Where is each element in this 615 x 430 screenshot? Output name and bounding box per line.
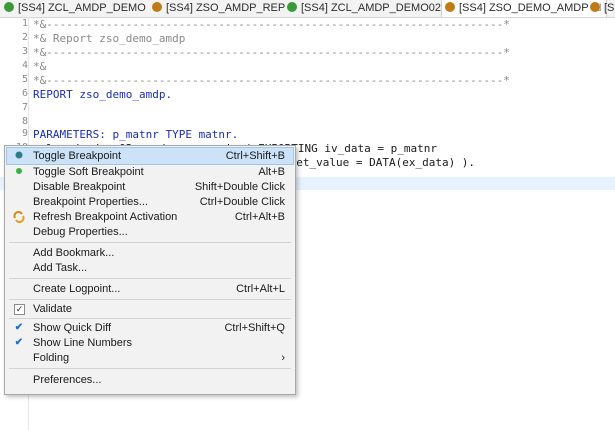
code-line: *&--------------------------------------… xyxy=(33,74,510,87)
menu-item-shortcut: Ctrl+Double Click xyxy=(199,196,285,208)
menu-item-disable-breakpoint[interactable]: Disable Breakpoint Shift+Double Click xyxy=(7,179,293,195)
line-number: 7 xyxy=(21,102,28,113)
menu-item-label: Toggle Breakpoint xyxy=(33,150,122,162)
line-number: 5 xyxy=(21,74,28,85)
menu-separator xyxy=(9,299,291,300)
code-line: PARAMETERS: p_matnr TYPE matnr. xyxy=(33,128,239,141)
menu-item-label: Disable Breakpoint xyxy=(33,181,126,193)
line-number: 6 xyxy=(21,88,28,99)
tab-zcl-amdp-demo[interactable]: [SS4] ZCL_AMDP_DEMO xyxy=(4,0,146,17)
check-icon: ✔ xyxy=(14,337,24,348)
line-number: 9 xyxy=(21,128,28,139)
soft-breakpoint-icon xyxy=(13,166,25,178)
menu-item-shortcut: Ctrl+Shift+B xyxy=(225,150,285,162)
menu-item-folding[interactable]: Folding › xyxy=(7,350,293,366)
code-line-continuation: G et_value = DATA(ex_data) ). xyxy=(283,156,476,169)
menu-item-label: Create Logpoint... xyxy=(33,283,121,295)
refresh-icon xyxy=(13,211,25,223)
menu-item-breakpoint-properties[interactable]: Breakpoint Properties... Ctrl+Double Cli… xyxy=(7,194,293,210)
code-line: REPORT zso_demo_amdp. xyxy=(33,88,173,101)
breakpoint-icon xyxy=(13,150,25,162)
menu-separator xyxy=(9,368,291,369)
menu-item-shortcut: Ctrl+Shift+Q xyxy=(224,322,285,334)
menu-item-label: Toggle Soft Breakpoint xyxy=(33,166,144,178)
menu-separator xyxy=(9,318,291,319)
line-number: 3 xyxy=(21,46,28,57)
tab-label: [SS4] ZSO_DEMO_AMDP xyxy=(459,2,589,14)
menu-item-label: Breakpoint Properties... xyxy=(33,196,148,208)
menu-item-shortcut: Alt+B xyxy=(258,166,285,178)
menu-item-label: Validate xyxy=(33,303,72,315)
menu-item-label: Refresh Breakpoint Activation xyxy=(33,211,178,223)
program-icon xyxy=(590,2,600,12)
line-number: 4 xyxy=(21,60,28,71)
menu-item-label: Debug Properties... xyxy=(33,226,128,238)
menu-item-shortcut: Shift+Double Click xyxy=(194,181,285,193)
tab-label: [SS4] ZCL_AMDP_DEMO xyxy=(18,2,146,14)
menu-item-show-line-numbers[interactable]: ✔ Show Line Numbers xyxy=(7,335,293,351)
menu-item-label: Add Bookmark... xyxy=(33,247,115,259)
editor-tab-bar: [SS4] ZCL_AMDP_DEMO [SS4] ZSO_AMDP_REP [… xyxy=(0,0,615,18)
code-line: *&--------------------------------------… xyxy=(33,18,510,31)
tab-zcl-amdp-demo02[interactable]: [SS4] ZCL_AMDP_DEMO02 xyxy=(287,0,441,17)
menu-item-toggle-soft-breakpoint[interactable]: Toggle Soft Breakpoint Alt+B xyxy=(7,164,293,180)
tab-label: [SS4] xyxy=(604,2,615,14)
menu-separator xyxy=(9,242,291,243)
tab-zso-amdp-rep[interactable]: [SS4] ZSO_AMDP_REP xyxy=(152,0,285,17)
menu-separator xyxy=(9,278,291,279)
menu-item-label: Show Quick Diff xyxy=(33,322,112,334)
class-icon xyxy=(4,2,14,12)
program-icon xyxy=(445,2,455,12)
code-line: *& Report zso_demo_amdp xyxy=(33,32,186,45)
line-number: 8 xyxy=(21,116,28,127)
menu-item-debug-properties[interactable]: Debug Properties... xyxy=(7,224,293,240)
checkbox-icon: ✓ xyxy=(14,304,25,315)
tab-zso-demo-amdp[interactable]: [SS4] ZSO_DEMO_AMDP☒ xyxy=(441,0,607,17)
program-icon xyxy=(152,2,162,12)
menu-item-create-logpoint[interactable]: Create Logpoint... Ctrl+Alt+L xyxy=(7,281,293,297)
menu-item-add-bookmark[interactable]: Add Bookmark... xyxy=(7,245,293,261)
editor-context-menu: Toggle Breakpoint Ctrl+Shift+B Toggle So… xyxy=(4,145,296,395)
menu-item-show-quick-diff[interactable]: ✔ Show Quick Diff Ctrl+Shift+Q xyxy=(7,320,293,336)
menu-item-refresh-breakpoint-activation[interactable]: Refresh Breakpoint Activation Ctrl+Alt+B xyxy=(7,209,293,225)
tab-label: [SS4] ZSO_AMDP_REP xyxy=(166,2,286,14)
tab-label: [SS4] ZCL_AMDP_DEMO02 xyxy=(301,2,441,14)
menu-item-shortcut: Ctrl+Alt+B xyxy=(234,211,285,223)
menu-item-validate[interactable]: ✓ Validate xyxy=(7,301,293,317)
code-line: *& xyxy=(33,60,47,73)
check-icon: ✔ xyxy=(14,322,24,333)
menu-item-label: Show Line Numbers xyxy=(33,337,133,349)
menu-item-label: Folding xyxy=(33,352,70,364)
class-icon xyxy=(287,2,297,12)
line-number: 2 xyxy=(21,32,28,43)
menu-item-preferences[interactable]: Preferences... xyxy=(7,372,293,388)
menu-item-toggle-breakpoint[interactable]: Toggle Breakpoint Ctrl+Shift+B xyxy=(6,147,294,165)
chevron-right-icon: › xyxy=(281,352,285,364)
line-number: 1 xyxy=(21,18,28,29)
tab-overflow[interactable]: [SS4] xyxy=(590,0,615,17)
code-line: *&--------------------------------------… xyxy=(33,46,510,59)
menu-item-label: Preferences... xyxy=(33,374,102,386)
menu-item-label: Add Task... xyxy=(33,262,88,274)
menu-item-add-task[interactable]: Add Task... xyxy=(7,260,293,276)
menu-item-shortcut: Ctrl+Alt+L xyxy=(236,283,285,295)
